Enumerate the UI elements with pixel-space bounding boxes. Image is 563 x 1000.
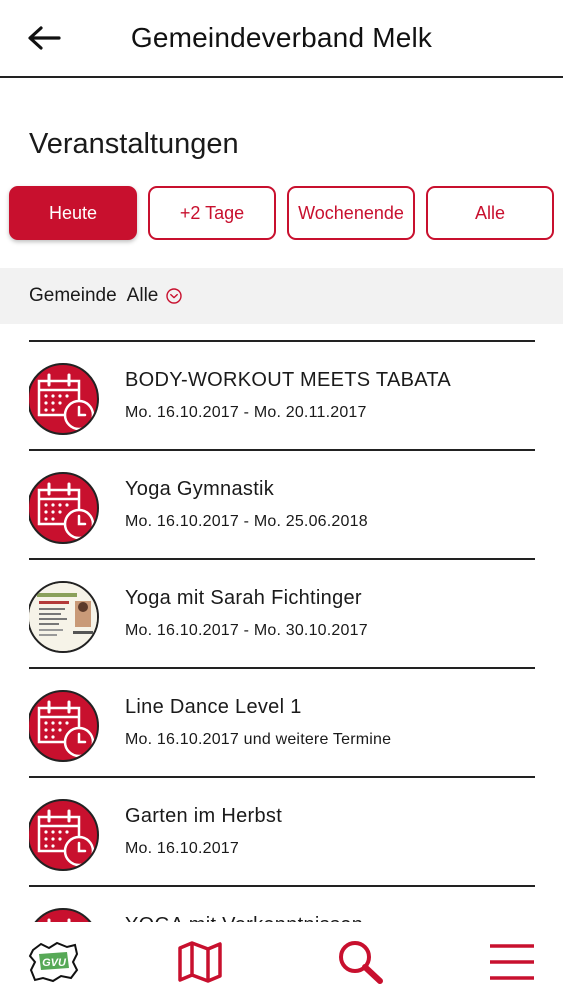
gvu-logo-icon: GVU <box>28 941 79 983</box>
map-icon <box>178 941 222 983</box>
event-title: Line Dance Level 1 <box>125 696 302 718</box>
event-title: Yoga Gymnastik <box>125 478 275 500</box>
tab-menu[interactable] <box>482 934 542 990</box>
event-list-item[interactable]: Garten im Herbst Mo. 16.10.2017 <box>29 776 535 885</box>
event-title: YOGA mit Vorkenntnissen <box>125 914 363 922</box>
event-list: BODY-WORKOUT MEETS TABATA Mo. 16.10.2017… <box>29 340 535 922</box>
filter-heute-button[interactable]: Heute <box>9 186 137 240</box>
event-date: Mo. 16.10.2017 und weitere Termine <box>125 731 392 748</box>
event-list-item[interactable]: Line Dance Level 1 Mo. 16.10.2017 und we… <box>29 667 535 776</box>
event-date: Mo. 16.10.2017 <box>125 840 239 857</box>
event-flyer-thumbnail <box>29 581 99 653</box>
event-list-item[interactable]: YOGA mit Vorkenntnissen <box>29 885 535 922</box>
calendar-clock-icon <box>29 472 99 544</box>
event-date: Mo. 16.10.2017 - Mo. 25.06.2018 <box>125 513 368 530</box>
event-date: Mo. 16.10.2017 - Mo. 30.10.2017 <box>125 622 368 639</box>
event-list-item[interactable]: BODY-WORKOUT MEETS TABATA Mo. 16.10.2017… <box>29 340 535 449</box>
event-title: Yoga mit Sarah Fichtinger <box>125 587 362 609</box>
filter-wochenende-button[interactable]: Wochenende <box>287 186 415 240</box>
event-title: BODY-WORKOUT MEETS TABATA <box>125 369 452 391</box>
tab-home[interactable]: GVU <box>24 934 84 990</box>
header-bar: Gemeindeverband Melk <box>0 0 563 78</box>
calendar-clock-icon <box>29 690 99 762</box>
section-title: Veranstaltungen <box>29 128 239 160</box>
gemeinde-filter[interactable]: Gemeinde Alle <box>0 268 563 324</box>
page-title: Gemeindeverband Melk <box>0 22 563 54</box>
gemeinde-value[interactable]: Alle <box>127 285 159 307</box>
gemeinde-label: Gemeinde <box>29 285 117 306</box>
event-title: Garten im Herbst <box>125 805 283 827</box>
bottom-tab-bar: GVU <box>0 922 563 1000</box>
tab-map[interactable] <box>170 934 230 990</box>
gvu-logo-text: GVU <box>42 957 67 969</box>
calendar-clock-icon <box>29 908 99 922</box>
page-title-text: Gemeindeverband Melk <box>130 22 433 53</box>
search-icon <box>339 941 383 984</box>
filter-2-tage-button[interactable]: +2 Tage <box>148 186 276 240</box>
filter-group: Heute +2 Tage Wochenende Alle <box>9 186 554 240</box>
tab-search[interactable] <box>330 934 390 990</box>
chevron-down-circle-icon[interactable] <box>166 288 183 304</box>
event-list-item[interactable]: Yoga Gymnastik Mo. 16.10.2017 - Mo. 25.0… <box>29 449 535 558</box>
calendar-clock-icon <box>29 363 99 435</box>
calendar-clock-icon <box>29 799 99 871</box>
filter-alle-button[interactable]: Alle <box>426 186 554 240</box>
menu-icon <box>490 944 534 980</box>
event-list-item[interactable]: Yoga mit Sarah Fichtinger Mo. 16.10.2017… <box>29 558 535 667</box>
event-date: Mo. 16.10.2017 - Mo. 20.11.2017 <box>125 404 367 421</box>
